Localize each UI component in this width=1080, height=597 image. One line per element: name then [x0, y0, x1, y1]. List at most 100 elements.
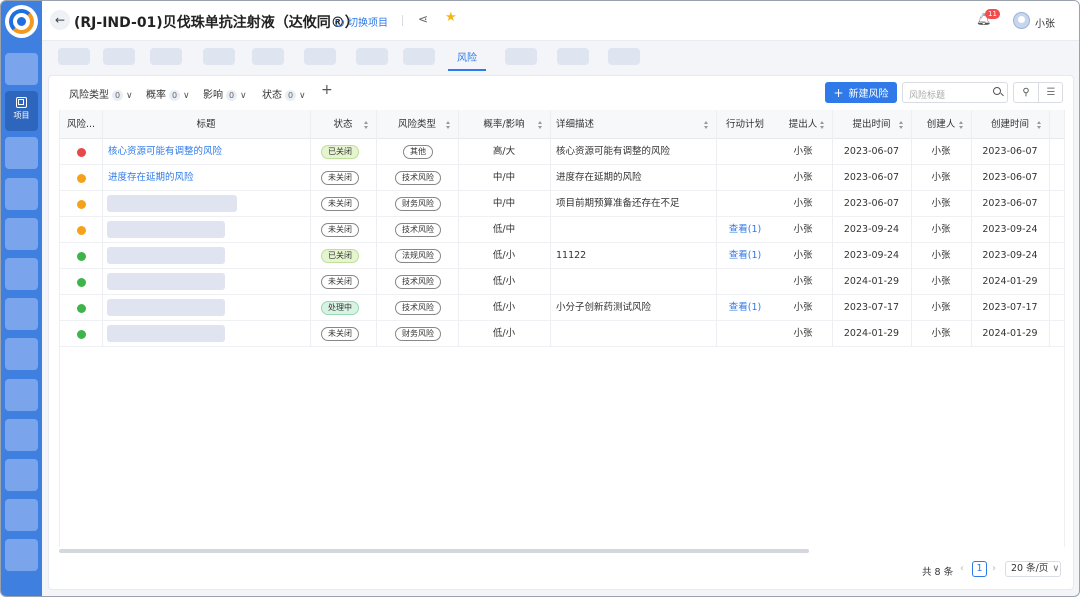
tab[interactable] — [304, 48, 336, 65]
status-badge: 已关闭 — [321, 145, 359, 159]
filter-impact[interactable]: 影响 0 ∨ — [203, 86, 247, 101]
proposed-date: 2023-06-07 — [843, 198, 900, 209]
new-risk-button[interactable]: + 新建风险 — [825, 82, 897, 103]
sort-icon[interactable] — [1037, 121, 1042, 129]
sidebar-item[interactable] — [5, 137, 38, 169]
tab[interactable] — [608, 48, 640, 65]
table-row[interactable]: 已关闭 法规风险 低/小 11122 查看(1) 小张 2023-09-24 小张 2023-0… — [60, 243, 1064, 269]
column-header[interactable]: 行动计划 — [716, 110, 774, 139]
user-name[interactable]: 小张 — [1035, 15, 1055, 30]
table-row[interactable]: 处理中 技术风险 低/小 小分子创新药测试风险 查看(1) 小张 2023-07-17 小张 2… — [60, 295, 1064, 321]
action-plan-link[interactable]: 查看(1) — [716, 295, 774, 321]
switch-project-button[interactable]: 切换项目 — [335, 14, 388, 29]
search-input[interactable]: 风险标题 — [902, 82, 1008, 103]
risk-title-placeholder[interactable] — [107, 273, 225, 290]
sort-icon[interactable] — [364, 121, 369, 129]
search-icon[interactable] — [993, 87, 1001, 95]
sidebar-item[interactable] — [5, 218, 38, 250]
sidebar-item[interactable] — [5, 419, 38, 451]
risk-description: 项目前期预算准备还存在不足 — [556, 198, 680, 209]
list-view-icon[interactable]: ☰ — [1039, 83, 1063, 102]
tab[interactable] — [356, 48, 388, 65]
column-header[interactable]: 标题 — [102, 110, 310, 139]
risk-title-placeholder[interactable] — [107, 325, 225, 342]
page-size-select[interactable]: 20 条/页 ∨ — [1005, 561, 1061, 577]
probability-impact: 高/大 — [492, 146, 516, 157]
sort-icon[interactable] — [538, 121, 543, 129]
sidebar-item[interactable] — [5, 539, 38, 571]
search-placeholder: 风险标题 — [909, 91, 946, 101]
tab-risk[interactable]: 风险 — [448, 49, 486, 64]
sidebar-item[interactable] — [5, 178, 38, 210]
tab[interactable] — [203, 48, 235, 65]
table-row[interactable]: 未关闭 技术风险 低/小 小张 2024-01-29 小张 2024-01-29 — [60, 269, 1064, 295]
action-plan-link[interactable] — [716, 139, 774, 165]
add-filter-button[interactable]: + — [321, 82, 333, 98]
risk-title-link[interactable]: 核心资源可能有调整的风险 — [108, 139, 222, 165]
risk-level-dot — [77, 200, 86, 209]
sort-icon[interactable] — [446, 121, 451, 129]
sidebar-item[interactable] — [5, 459, 38, 491]
view-switcher: ⚲ ☰ — [1013, 82, 1063, 103]
action-plan-link[interactable] — [716, 165, 774, 191]
table-row[interactable]: 进度存在延期的风险 未关闭 技术风险 中/中 进度存在延期的风险 小张 2023-06-07… — [60, 165, 1064, 191]
horizontal-scrollbar[interactable] — [59, 549, 809, 553]
filter-status[interactable]: 状态 0 ∨ — [262, 86, 306, 101]
avatar[interactable] — [1013, 12, 1030, 29]
sidebar-item[interactable] — [5, 338, 38, 370]
filter-label: 影响 — [203, 90, 223, 101]
sort-icon[interactable] — [820, 121, 825, 129]
prev-page-icon[interactable]: ‹ — [960, 563, 964, 574]
tab[interactable] — [150, 48, 182, 65]
tab[interactable] — [505, 48, 537, 65]
action-plan-link[interactable] — [716, 321, 774, 347]
sort-icon[interactable] — [704, 121, 709, 129]
star-icon[interactable]: ★ — [445, 10, 457, 25]
filter-probability[interactable]: 概率 0 ∨ — [146, 86, 190, 101]
proposed-date: 2023-09-24 — [843, 224, 900, 235]
filter-count: 0 — [112, 90, 123, 101]
sidebar-item-project[interactable]: 项目 — [5, 91, 38, 131]
column-header[interactable]: 概率/影响 — [458, 110, 550, 139]
chevron-down-icon: ∨ — [1052, 563, 1060, 574]
tab[interactable] — [58, 48, 90, 65]
app-logo[interactable] — [5, 5, 38, 38]
status-badge: 未关闭 — [321, 197, 359, 211]
back-button[interactable]: ← — [50, 10, 70, 30]
risk-title-placeholder[interactable] — [107, 299, 225, 316]
column-header[interactable]: 风险... — [60, 110, 102, 139]
sort-icon[interactable] — [959, 121, 964, 129]
filter-label: 风险类型 — [69, 90, 109, 101]
action-plan-link[interactable]: 查看(1) — [716, 217, 774, 243]
tab[interactable] — [103, 48, 135, 65]
filter-settings-icon[interactable]: ⚲ — [1014, 83, 1039, 102]
sidebar-item[interactable] — [5, 298, 38, 330]
risk-title-placeholder[interactable] — [107, 221, 225, 238]
action-plan-link[interactable]: 查看(1) — [716, 243, 774, 269]
risk-title-placeholder[interactable] — [107, 195, 237, 212]
next-page-icon[interactable]: › — [992, 563, 996, 574]
tab[interactable] — [557, 48, 589, 65]
sort-icon[interactable] — [899, 121, 904, 129]
sidebar-item[interactable] — [5, 258, 38, 290]
page-number[interactable]: 1 — [972, 561, 987, 577]
column-header[interactable]: 详细描述 — [556, 110, 716, 139]
total-count: 共 8 条 — [922, 567, 954, 578]
risk-title-link[interactable]: 进度存在延期的风险 — [108, 165, 194, 191]
table-row[interactable]: 未关闭 财务风险 中/中 项目前期预算准备还存在不足 小张 2023-06-07 小张 202… — [60, 191, 1064, 217]
proposer-name: 小张 — [793, 250, 813, 261]
table-row[interactable]: 未关闭 财务风险 低/小 小张 2024-01-29 小张 2024-01-29 — [60, 321, 1064, 347]
tab[interactable] — [252, 48, 284, 65]
action-plan-link[interactable] — [716, 191, 774, 217]
sidebar-item[interactable] — [5, 499, 38, 531]
action-plan-link[interactable] — [716, 269, 774, 295]
table-row[interactable]: 未关闭 技术风险 低/中 查看(1) 小张 2023-09-24 小张 2023-09-24 — [60, 217, 1064, 243]
tab[interactable] — [403, 48, 435, 65]
table-row[interactable]: 核心资源可能有调整的风险 已关闭 其他 高/大 核心资源可能有调整的风险 小张 2023-0… — [60, 139, 1064, 165]
sidebar-item[interactable] — [5, 379, 38, 411]
plus-icon: + — [833, 85, 844, 100]
share-icon[interactable]: ⋖ — [418, 12, 428, 26]
sidebar-item[interactable] — [5, 53, 38, 85]
risk-title-placeholder[interactable] — [107, 247, 225, 264]
filter-risk-type[interactable]: 风险类型 0 ∨ — [69, 86, 133, 101]
